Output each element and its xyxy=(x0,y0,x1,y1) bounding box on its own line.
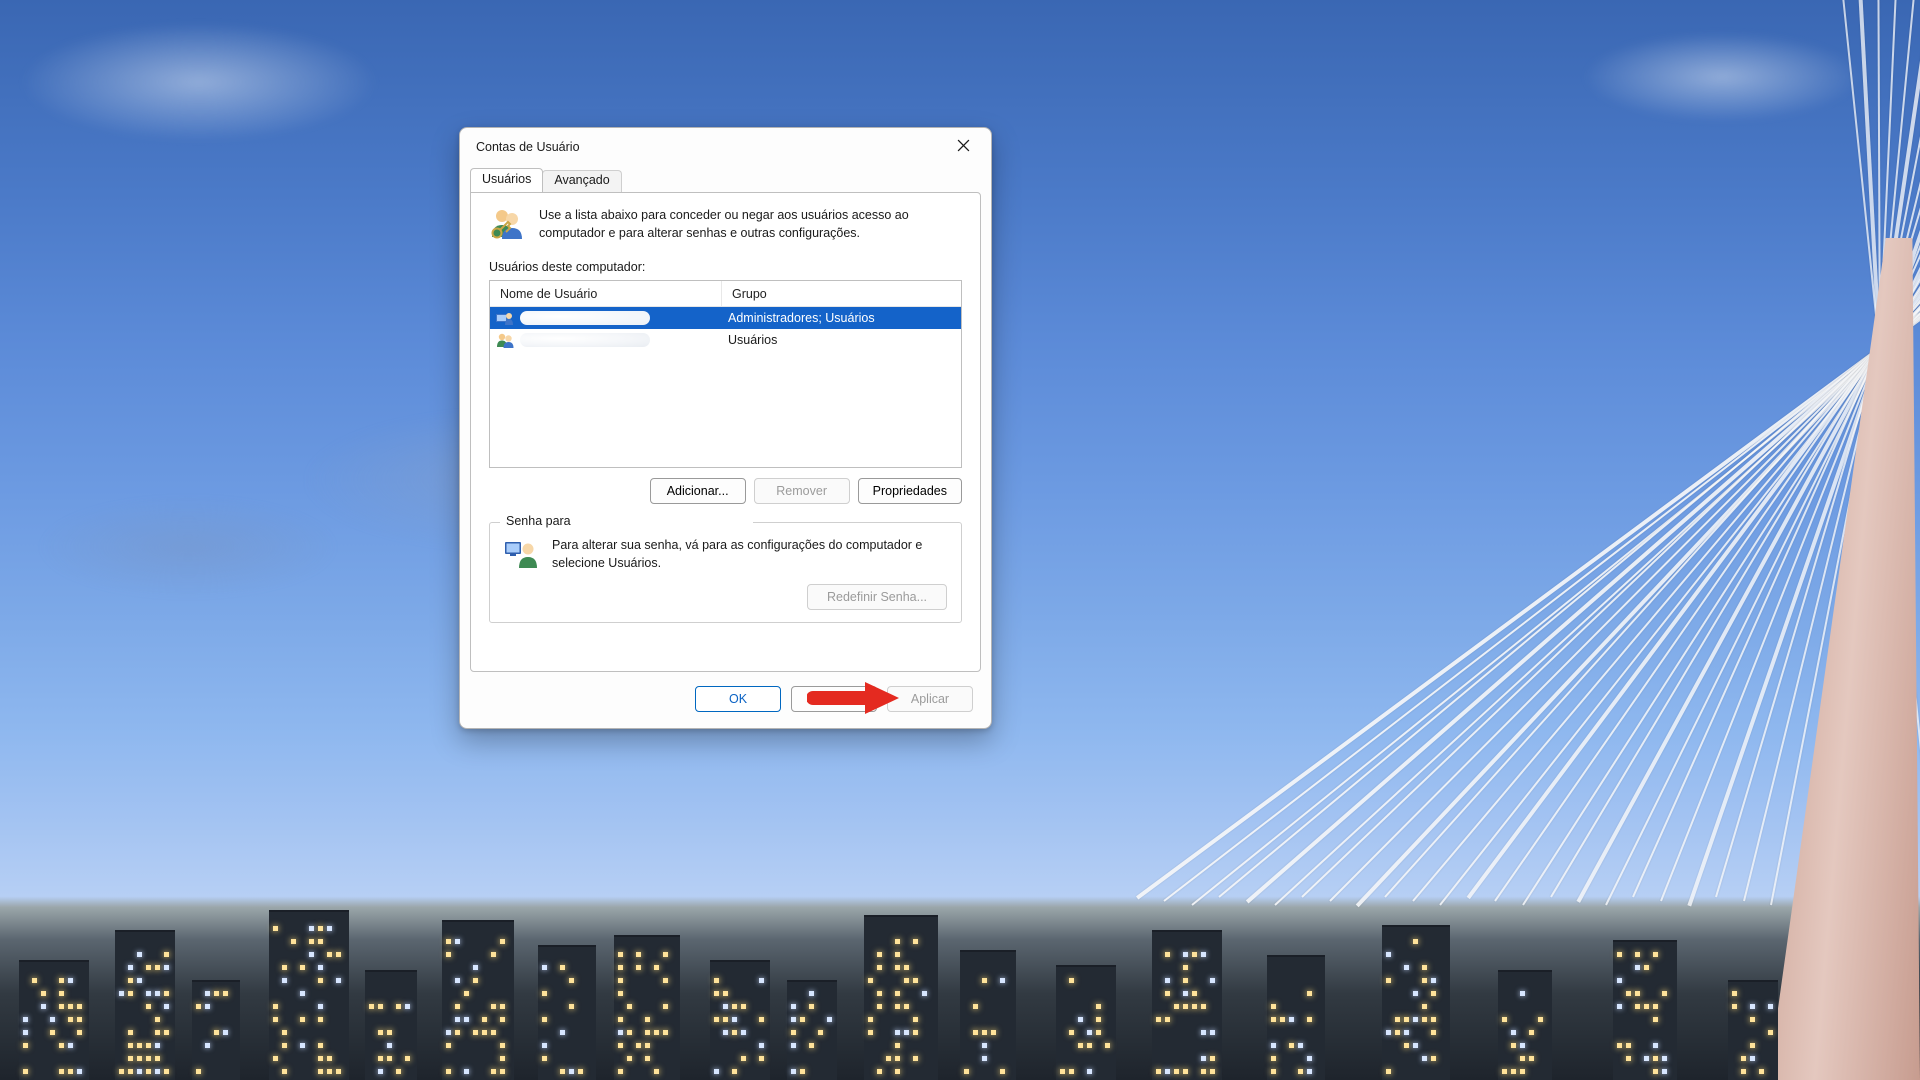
list-row[interactable]: Usuários xyxy=(490,329,961,351)
list-row[interactable]: Administradores; Usuários xyxy=(490,307,961,329)
dialog-footer: OK Cancelar Aplicar xyxy=(460,672,991,728)
window-title: Contas de Usuário xyxy=(476,140,941,154)
remove-button[interactable]: Remover xyxy=(754,478,850,504)
users-keys-icon xyxy=(489,207,525,241)
password-groupbox: Senha para Para alterar sua senha, vá pa… xyxy=(489,522,962,623)
reset-password-button[interactable]: Redefinir Senha... xyxy=(807,584,947,610)
tab-panel-users: Use a lista abaixo para conceder ou nega… xyxy=(470,192,981,672)
row-group: Usuários xyxy=(722,329,961,351)
user-list[interactable]: Nome de Usuário Grupo Administradores; U… xyxy=(489,280,962,468)
ok-button[interactable]: OK xyxy=(695,686,781,712)
titlebar[interactable]: Contas de Usuário xyxy=(460,128,991,166)
column-username[interactable]: Nome de Usuário xyxy=(490,281,722,306)
intro-text: Use a lista abaixo para conceder ou nega… xyxy=(539,207,962,242)
column-group[interactable]: Grupo xyxy=(722,281,961,306)
user-monitor-icon xyxy=(504,537,538,569)
list-label: Usuários deste computador: xyxy=(489,260,962,274)
password-text: Para alterar sua senha, vá para as confi… xyxy=(552,537,947,572)
username-redacted xyxy=(520,311,650,325)
add-button[interactable]: Adicionar... xyxy=(650,478,746,504)
close-icon xyxy=(957,139,970,155)
username-redacted xyxy=(520,333,650,347)
apply-button[interactable]: Aplicar xyxy=(887,686,973,712)
list-header[interactable]: Nome de Usuário Grupo xyxy=(490,281,961,307)
user-standard-icon xyxy=(496,332,514,348)
tab-users[interactable]: Usuários xyxy=(470,168,543,192)
user-accounts-dialog: Contas de Usuário Usuários Avançado xyxy=(459,127,992,729)
row-group: Administradores; Usuários xyxy=(722,307,961,329)
user-admin-icon xyxy=(496,310,514,326)
password-legend-prefix: Senha para xyxy=(506,514,571,528)
tabstrip: Usuários Avançado xyxy=(470,168,981,192)
properties-button[interactable]: Propriedades xyxy=(858,478,962,504)
cancel-button[interactable]: Cancelar xyxy=(791,686,877,712)
tab-advanced[interactable]: Avançado xyxy=(542,170,621,192)
close-button[interactable] xyxy=(941,132,985,162)
